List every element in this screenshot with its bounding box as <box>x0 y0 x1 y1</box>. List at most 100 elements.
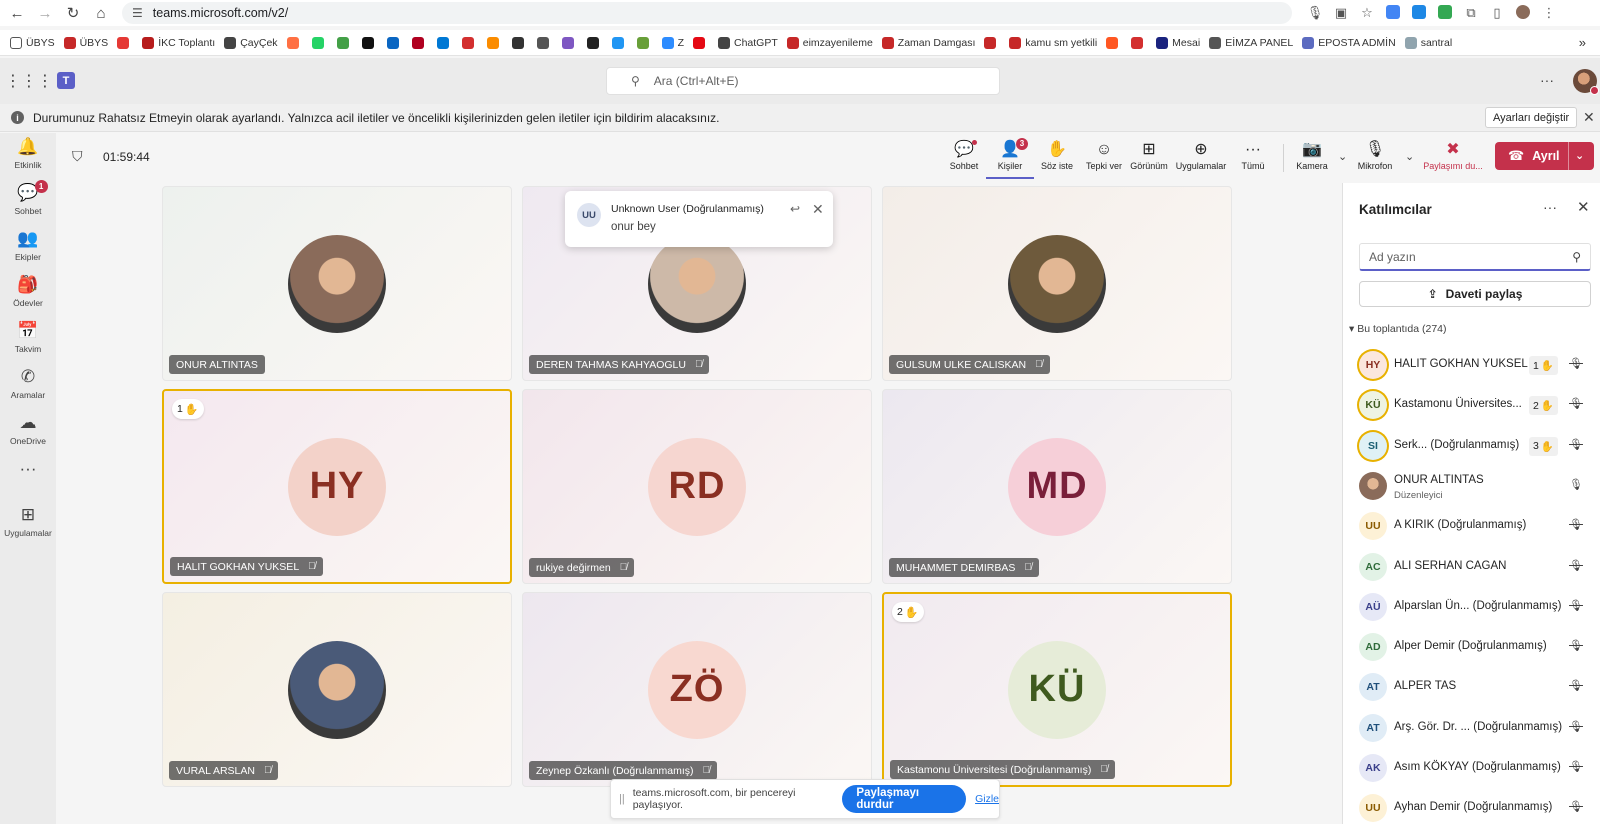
chat-notification[interactable]: UU Unknown User (Doğrulanmamış) onur bey… <box>565 191 833 247</box>
bookmark-item[interactable] <box>436 36 453 49</box>
bookmark-item[interactable]: ChatGPT <box>717 36 778 49</box>
my-avatar[interactable] <box>1573 69 1599 95</box>
profile-avatar-icon[interactable] <box>1514 4 1532 22</box>
leave-button[interactable]: ☎ Ayrıl ⌄ <box>1495 142 1594 170</box>
participant-row[interactable]: AD Alper Demir (Doğrulanmamış) 🎙 <box>1343 627 1600 667</box>
bookmark-item[interactable]: eimzayenileme <box>786 36 873 49</box>
bookmark-item[interactable]: kamu sm yetkili <box>1009 36 1097 49</box>
video-tile[interactable]: ONUR ALTINTAS <box>162 186 512 381</box>
rail-item[interactable]: 🎒 Ödevler <box>0 274 56 320</box>
cast-icon[interactable]: ▣ <box>1332 5 1350 21</box>
toolbar-button[interactable]: ··· Tümü <box>1229 139 1277 179</box>
bookmark-item[interactable] <box>361 36 378 49</box>
participant-row[interactable]: AT ALPER TAS 🎙 <box>1343 667 1600 707</box>
browser-menu-icon[interactable]: ⋮ <box>1540 5 1558 21</box>
participant-row[interactable]: ONUR ALTINTAS Düzenleyici 🎙 <box>1343 466 1600 506</box>
toolbar-button[interactable]: ✋ Söz iste <box>1033 139 1081 179</box>
shield-icon[interactable]: ⛉ <box>72 148 83 165</box>
bookmark-item[interactable]: Mesai <box>1156 36 1200 49</box>
reply-icon[interactable]: ↩ <box>790 202 800 216</box>
toolbar-button[interactable]: 🎙 Mikrofon <box>1351 139 1399 179</box>
bookmark-item[interactable] <box>117 36 133 49</box>
close-icon[interactable]: ✕ <box>1583 109 1595 126</box>
bookmark-item[interactable] <box>611 36 628 49</box>
bookmark-item[interactable] <box>636 36 653 49</box>
settings-more-icon[interactable]: ··· <box>1540 72 1554 88</box>
bookmark-item[interactable]: santral <box>1404 36 1452 49</box>
global-search-input[interactable]: ⚲ Ara (Ctrl+Alt+E) <box>606 67 1000 95</box>
bookmark-item[interactable]: Z <box>661 36 684 49</box>
video-tile[interactable]: MD MUHAMMET DEMIRBAS 🎙̸ <box>882 389 1232 584</box>
participant-row[interactable]: UU A KIRIK (Doğrulanmamış) 🎙 <box>1343 506 1600 546</box>
close-icon[interactable]: ✕ <box>812 201 824 218</box>
participant-row[interactable]: SI Serk... (Doğrulanmamış) 3 ✋ 🎙 <box>1343 426 1600 466</box>
toolbar-button[interactable]: ⊕ Uygulamalar <box>1176 139 1227 179</box>
video-tile[interactable]: GULSUM ULKE CALISKAN 🎙̸ <box>882 186 1232 381</box>
bookmark-item[interactable] <box>561 36 578 49</box>
bookmark-item[interactable] <box>511 36 528 49</box>
site-info-icon[interactable]: ☰ <box>132 6 143 20</box>
close-icon[interactable]: ✕ <box>1577 198 1590 216</box>
in-meeting-section-header[interactable]: ▾ Bu toplantıda (274) <box>1349 323 1447 335</box>
rail-item[interactable]: ☁ OneDrive <box>0 412 56 458</box>
sidebar-icon[interactable]: ▯ <box>1488 5 1506 21</box>
extensions-puzzle-icon[interactable]: ⧉ <box>1462 5 1480 21</box>
bookmark-item[interactable] <box>984 36 1000 49</box>
bookmark-item[interactable] <box>461 36 478 49</box>
participant-row[interactable]: AC ALI SERHAN CAGAN 🎙 <box>1343 547 1600 587</box>
rail-item[interactable]: 💬 1 Sohbet <box>0 180 56 228</box>
address-bar[interactable]: ☰ teams.microsoft.com/v2/ <box>122 2 1292 24</box>
bookmark-item[interactable] <box>486 36 503 49</box>
leave-options-chevron-icon[interactable]: ⌄ <box>1575 149 1584 162</box>
bookmark-item[interactable] <box>536 36 553 49</box>
rail-item[interactable]: ✆ Aramalar <box>0 366 56 412</box>
toolbar-button[interactable]: 📷 Kamera <box>1288 139 1336 179</box>
more-options-icon[interactable]: ··· <box>1543 199 1557 215</box>
camera-options-chevron-icon[interactable]: ⌄ <box>1338 150 1347 163</box>
bookmark-item[interactable] <box>286 36 303 49</box>
participant-row[interactable]: KÜ Kastamonu Üniversites... 2 ✋ 🎙 <box>1343 385 1600 425</box>
video-tile[interactable]: VURAL ARSLAN 🎙̸ <box>162 592 512 787</box>
rail-item[interactable]: 👥 Ekipler <box>0 228 56 274</box>
toolbar-button[interactable]: 💬 Sohbet <box>940 139 988 179</box>
bookmark-item[interactable]: EİMZA PANEL <box>1209 36 1293 49</box>
bookmark-item[interactable] <box>411 36 428 49</box>
participant-row[interactable]: HY HALIT GOKHAN YUKSEL 1 ✋ 🎙 <box>1343 345 1600 385</box>
bookmark-item[interactable] <box>311 36 328 49</box>
voice-search-icon[interactable]: 🎙 <box>1306 5 1324 21</box>
extension-translate-icon[interactable] <box>1384 4 1402 22</box>
stop-sharing-button[interactable]: Paylaşmayı durdur <box>842 785 967 813</box>
drag-handle-icon[interactable]: || <box>619 793 625 805</box>
bookmark-item[interactable] <box>692 36 709 49</box>
hide-link[interactable]: Gizle <box>975 793 999 805</box>
bookmark-item[interactable] <box>1106 36 1122 49</box>
bookmark-item[interactable]: EPOSTA ADMİN <box>1302 36 1396 49</box>
bookmark-item[interactable]: ÇayÇek <box>224 36 278 49</box>
bookmark-item[interactable] <box>586 36 603 49</box>
video-tile[interactable]: ZÖ Zeynep Özkanlı (Doğrulanmamış) 🎙̸ <box>522 592 872 787</box>
video-tile[interactable]: RD rukiye değirmen 🎙̸ <box>522 389 872 584</box>
bookmark-item[interactable]: ÜBYS <box>63 36 108 49</box>
participant-row[interactable]: AÜ Alparslan Ün... (Doğrulanmamış) 🎙 <box>1343 587 1600 627</box>
video-tile[interactable]: KÜ 2 ✋ Kastamonu Üniversitesi (Doğrulanmamı… <box>882 592 1232 787</box>
forward-icon[interactable]: → <box>34 2 56 24</box>
participant-row[interactable]: UU Ayhan Demir (Doğrulanmamış) 🎙 <box>1343 788 1600 824</box>
toolbar-button[interactable]: ⊞ Görünüm <box>1125 139 1173 179</box>
bookmark-item[interactable] <box>1131 36 1147 49</box>
bookmark-item[interactable]: ÜBYS <box>10 36 55 49</box>
back-icon[interactable]: ← <box>6 2 28 24</box>
bookmark-item[interactable] <box>336 36 353 49</box>
bookmark-item[interactable] <box>386 36 403 49</box>
extension-sheets-icon[interactable] <box>1436 4 1454 22</box>
rail-item[interactable]: ⊞ Uygulamalar <box>0 504 56 550</box>
rail-item[interactable]: ··· <box>0 458 56 504</box>
app-launcher-icon[interactable]: ⋮⋮⋮ <box>5 71 53 91</box>
toolbar-button[interactable]: ☺ Tepki ver <box>1080 139 1128 179</box>
reload-icon[interactable]: ↻ <box>62 2 84 24</box>
more-bookmarks-icon[interactable]: » <box>1579 35 1586 50</box>
video-tile[interactable]: HY 1 ✋ HALIT GOKHAN YUKSEL 🎙̸ <box>162 389 512 584</box>
mic-options-chevron-icon[interactable]: ⌄ <box>1405 150 1414 163</box>
bookmark-star-icon[interactable]: ☆ <box>1358 5 1376 21</box>
home-icon[interactable]: ⌂ <box>90 2 112 24</box>
rail-item[interactable]: 🔔 Etkinlik <box>0 136 56 182</box>
